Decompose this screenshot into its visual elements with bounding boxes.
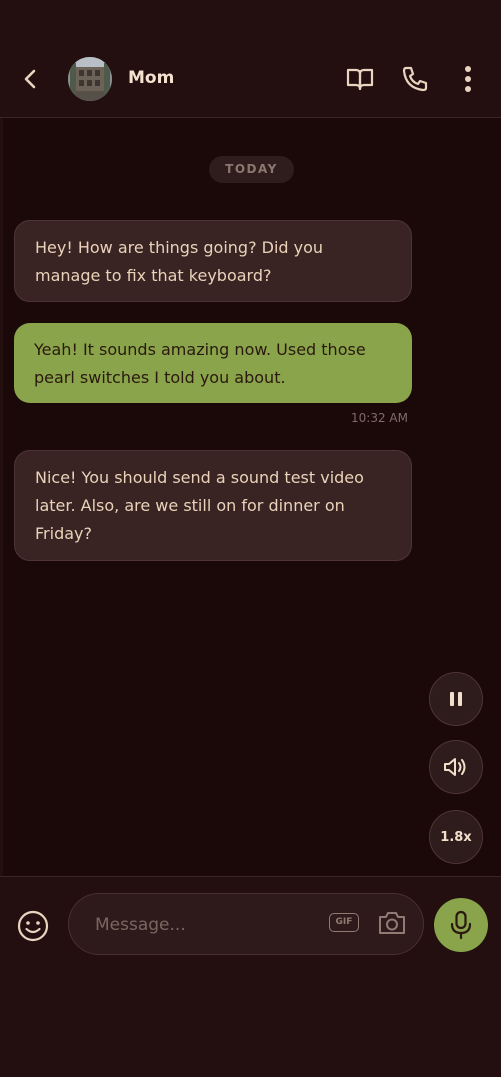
camera-icon[interactable] bbox=[377, 909, 407, 937]
message-incoming[interactable]: Nice! You should send a sound test video… bbox=[14, 450, 412, 561]
message-text: Nice! You should send a sound test video… bbox=[35, 468, 364, 543]
back-icon[interactable] bbox=[18, 66, 44, 92]
phone-icon[interactable] bbox=[400, 64, 430, 94]
voice-record-button[interactable] bbox=[434, 898, 488, 952]
emoji-icon[interactable] bbox=[16, 909, 50, 943]
pause-button[interactable] bbox=[429, 672, 483, 726]
message-incoming[interactable]: Hey! How are things going? Did you manag… bbox=[14, 220, 412, 302]
message-input-box[interactable]: GIF bbox=[68, 893, 424, 956]
pause-icon bbox=[450, 692, 462, 706]
avatar[interactable] bbox=[68, 57, 112, 101]
message-input[interactable] bbox=[93, 894, 317, 956]
gif-button[interactable]: GIF bbox=[329, 913, 359, 932]
date-divider: TODAY bbox=[209, 156, 294, 183]
message-timestamp: 10:32 AM bbox=[351, 411, 408, 425]
more-vertical-icon[interactable] bbox=[453, 64, 483, 94]
chat-header: Mom bbox=[0, 0, 501, 118]
volume-icon bbox=[444, 758, 466, 776]
message-text: Hey! How are things going? Did you manag… bbox=[35, 238, 324, 285]
book-icon[interactable] bbox=[345, 64, 375, 94]
message-composer: GIF bbox=[0, 876, 501, 1077]
microphone-icon bbox=[450, 910, 472, 940]
playback-speed-label: 1.8x bbox=[440, 829, 472, 845]
contact-name[interactable]: Mom bbox=[128, 68, 174, 88]
message-outgoing[interactable]: Yeah! It sounds amazing now. Used those … bbox=[14, 323, 412, 403]
volume-button[interactable] bbox=[429, 740, 483, 794]
message-text: Yeah! It sounds amazing now. Used those … bbox=[34, 340, 366, 387]
playback-speed-button[interactable]: 1.8x bbox=[429, 810, 483, 864]
message-list[interactable]: TODAY Hey! How are things going? Did you… bbox=[3, 118, 501, 876]
